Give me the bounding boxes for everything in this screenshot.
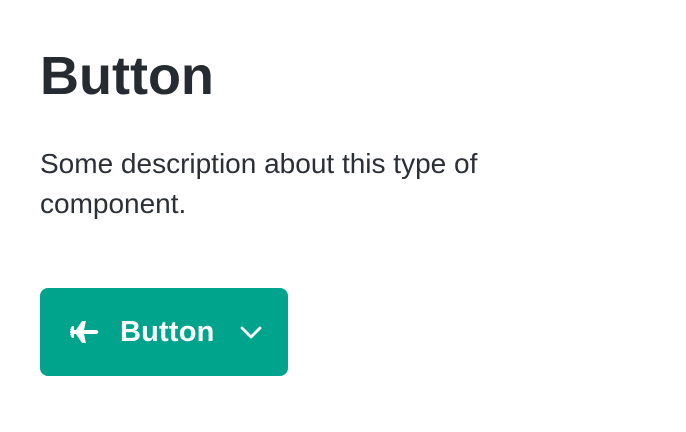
page-title: Button xyxy=(40,46,214,106)
dropdown-button[interactable]: Button xyxy=(40,288,288,376)
page-description: Some description about this type of comp… xyxy=(40,148,478,219)
button-label: Button xyxy=(120,316,215,348)
airplane-icon xyxy=(68,316,100,348)
chevron-down-icon xyxy=(239,320,263,344)
